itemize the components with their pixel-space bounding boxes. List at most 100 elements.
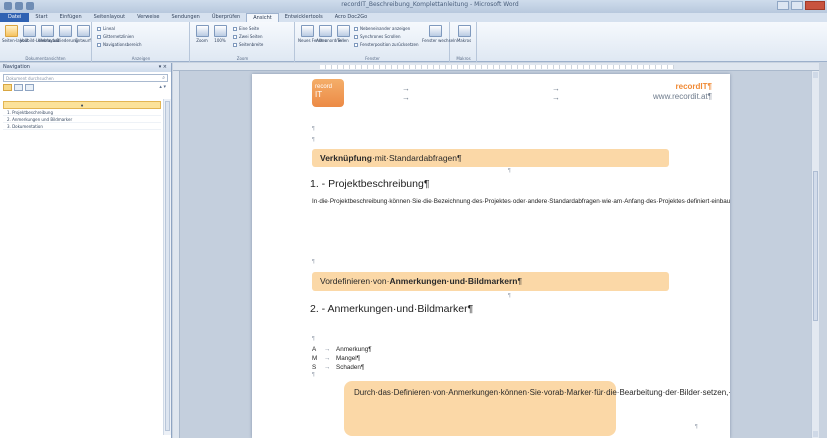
close-icon[interactable]: ▾ ×	[159, 63, 167, 72]
paragraph-mark: ¶	[695, 424, 698, 430]
paragraph-mark: ¶	[312, 336, 315, 342]
list-item: A → Anmerkung¶	[312, 346, 372, 353]
heading-list: ♦ 1. Projektbeschreibung 2. Anmerkungen …	[3, 101, 161, 130]
eine-seite-button[interactable]: Eine Seite	[233, 26, 259, 31]
draft-icon	[76, 25, 90, 37]
tab-entwicklertools[interactable]: Entwicklertools	[279, 13, 329, 22]
new-window-icon	[300, 25, 314, 37]
paragraph-mark: ¶	[312, 259, 315, 265]
maximize-button[interactable]	[791, 1, 803, 10]
group-zoom: Zoom 100% Eine Seite Zwei Seiten Seitenb…	[191, 22, 295, 62]
seitenlayout-button[interactable]: Seiten-layout	[2, 25, 29, 43]
zoom-button[interactable]: Zoom	[193, 25, 211, 43]
save-icon[interactable]	[15, 2, 23, 10]
recordit-logo: record IT	[312, 79, 344, 107]
magnifier-icon	[195, 25, 209, 37]
seitenbreite-button[interactable]: Seitenbreite	[233, 42, 263, 47]
vertical-scrollbar[interactable]	[811, 71, 819, 438]
gitternetzlinien-checkbox[interactable]: Gitternetzlinien	[97, 34, 134, 39]
up-down-arrows-icon[interactable]: ▴ ▾	[159, 84, 166, 90]
navigation-search-input[interactable]: Dokument durchsuchen ⌕	[3, 74, 168, 82]
search-icon[interactable]: ⌕	[162, 75, 165, 82]
teilen-button[interactable]: Teilen	[334, 25, 352, 43]
vertical-ruler[interactable]	[173, 71, 180, 438]
weblayout-button[interactable]: Weblayout	[38, 25, 59, 43]
makros-button[interactable]: Makros	[455, 25, 473, 43]
callout-box-definieren: Durch·das·Definieren·von·Anmerkungen·kön…	[344, 381, 730, 436]
tab-verweise[interactable]: Verweise	[131, 13, 165, 22]
one-hundred-icon	[213, 25, 227, 37]
scroll-down-icon[interactable]	[813, 431, 818, 437]
tab-start[interactable]: Start	[29, 13, 53, 22]
paragraph-mark: ¶	[508, 293, 511, 299]
window-title: recordIT_Beschreibung_Komplettanleitung …	[341, 1, 519, 8]
section-box-verknuepfung: Verknüpfung·mit·Standardabfragen¶	[312, 149, 669, 167]
gliederung-button[interactable]: Gliederung	[56, 25, 78, 43]
synchrones-scrollen-button[interactable]: Synchrones Scrollen	[354, 34, 401, 39]
group-anzeigen: Lineal Gitternetzlinien Navigationsberei…	[93, 22, 190, 62]
tab-einfuegen[interactable]: Einfügen	[54, 13, 88, 22]
list-item: M → Mangel¶	[312, 354, 361, 362]
page-layout-icon	[4, 25, 18, 37]
heading-item[interactable]: 2. Anmerkungen und Bildmarker	[3, 116, 161, 123]
outline-icon	[58, 25, 72, 37]
minimize-button[interactable]	[777, 1, 789, 10]
zwei-seiten-button[interactable]: Zwei Seiten	[233, 34, 263, 39]
vollbild-button[interactable]: Vollbild-Lesemodus	[20, 25, 59, 43]
alle-anordnen-button[interactable]: Alle anordnen	[316, 25, 344, 43]
neues-fenster-button[interactable]: Neues Fenster	[298, 25, 327, 43]
document-area: record IT → → → → recordIT¶ www.recordit…	[173, 63, 819, 438]
tab-marker: →	[552, 93, 560, 102]
tab-seitenlayout[interactable]: Seitenlayout	[88, 13, 131, 22]
close-button[interactable]	[805, 1, 825, 10]
quick-access-toolbar	[4, 2, 34, 10]
paragraph-mark: ¶	[312, 372, 315, 378]
word-icon[interactable]	[4, 2, 12, 10]
heading-anmerkungen: 2. - Anmerkungen·und·Bildmarker¶	[310, 303, 474, 315]
headings-view-tab[interactable]	[3, 84, 12, 91]
navigation-pane: Navigation ▾ × Dokument durchsuchen ⌕ ▴ …	[0, 63, 172, 438]
navigationsbereich-checkbox[interactable]: Navigationsbereich	[97, 42, 142, 47]
tab-ueberpruefen[interactable]: Überprüfen	[206, 13, 246, 22]
document-page[interactable]: record IT → → → → recordIT¶ www.recordit…	[252, 74, 730, 438]
arrange-all-icon	[318, 25, 332, 37]
navigation-view-tabs: ▴ ▾	[3, 84, 168, 93]
tab-acro-doc2go[interactable]: Acro Doc2Go	[329, 13, 373, 22]
heading-item-selected[interactable]: ♦	[3, 101, 161, 109]
fenster-wechseln-button[interactable]: Fenster wechseln	[422, 25, 457, 43]
entwurf-button[interactable]: Entwurf	[74, 25, 92, 43]
heading-item[interactable]: 3. Dokumentation	[3, 123, 161, 130]
tab-datei[interactable]: Datei	[0, 13, 30, 22]
horizontal-ruler[interactable]	[173, 63, 819, 71]
tab-ansicht[interactable]: Ansicht	[246, 13, 279, 22]
body-paragraph: In·die·Projektbeschreibung·können·Sie·di…	[312, 198, 730, 205]
tab-marker: →	[402, 84, 410, 93]
scrollbar-thumb[interactable]	[813, 171, 818, 321]
pages-view-tab[interactable]	[14, 84, 23, 91]
section-box-vordefinieren: Vordefinieren·von·Anmerkungen·und·Bildma…	[312, 272, 669, 291]
group-fenster: Neues Fenster Alle anordnen Teilen Neben…	[296, 22, 457, 62]
web-layout-icon	[40, 25, 54, 37]
results-view-tab[interactable]	[25, 84, 34, 91]
paragraph-mark: ¶	[312, 137, 315, 143]
hundert-prozent-button[interactable]: 100%	[211, 25, 229, 43]
group-makros: Makros Makros	[451, 22, 477, 62]
split-icon	[336, 25, 350, 37]
paragraph-mark: ¶	[508, 168, 511, 174]
full-screen-icon	[22, 25, 36, 37]
heading-item[interactable]: 1. Projektbeschreibung	[3, 109, 161, 116]
nebeneinander-button[interactable]: Nebeneinander anzeigen	[354, 26, 410, 31]
scrollbar-thumb[interactable]	[165, 101, 170, 431]
macros-icon	[457, 25, 471, 37]
fensterposition-button[interactable]: Fensterposition zurücksetzen	[354, 42, 419, 47]
undo-icon[interactable]	[26, 2, 34, 10]
lineal-checkbox[interactable]: Lineal	[97, 26, 115, 31]
heading-projektbeschreibung: 1. - Projektbeschreibung¶	[310, 178, 430, 190]
tab-sendungen[interactable]: Sendungen	[166, 13, 206, 22]
scroll-up-icon[interactable]	[813, 72, 818, 78]
header-url: www.recordit.at¶	[653, 92, 712, 101]
ribbon-tabs: Datei Start Einfügen Seitenlayout Verwei…	[0, 13, 827, 22]
header-brand: recordIT¶	[675, 82, 712, 91]
navigation-scrollbar[interactable]	[163, 99, 171, 435]
list-item: S → Schaden¶	[312, 363, 365, 371]
